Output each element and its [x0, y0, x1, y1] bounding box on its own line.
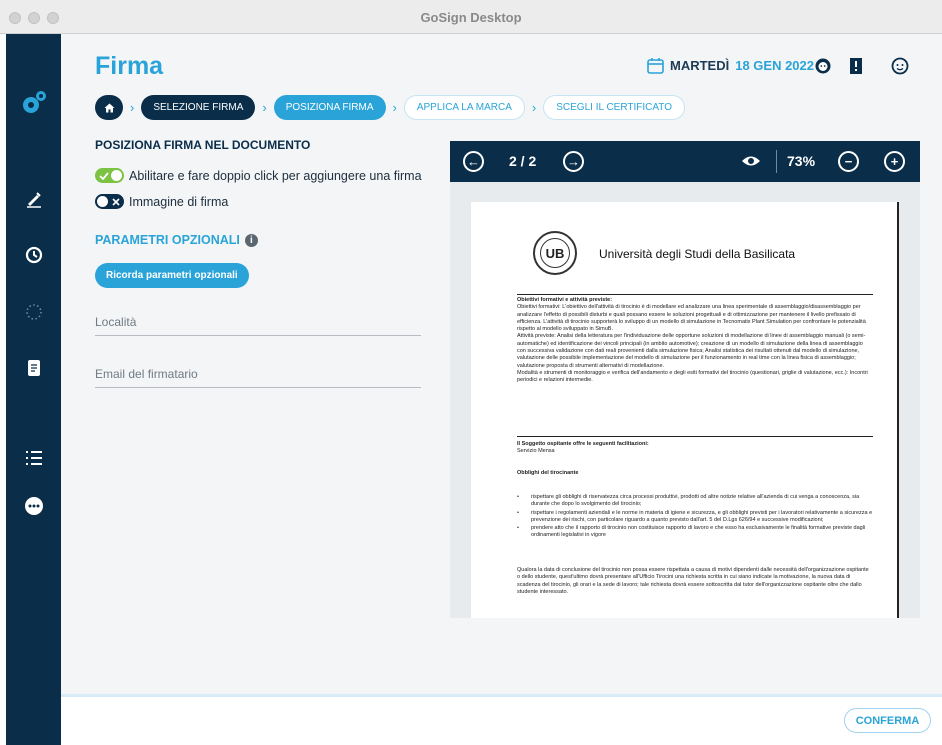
enable-signature-toggle[interactable] [95, 168, 124, 183]
loading-icon [6, 299, 61, 325]
section-title: POSIZIONA FIRMA NEL DOCUMENTO [95, 138, 311, 152]
objectives-heading: Obiettivi formativi e attività previste: [517, 297, 613, 303]
next-page-button[interactable]: → [563, 151, 584, 172]
window-title: GoSign Desktop [420, 10, 522, 25]
breadcrumb-selezione-firma[interactable]: SELEZIONE FIRMA [141, 95, 256, 120]
activities-body: Attività previste: Analisi della lettera… [517, 333, 866, 369]
list-icon[interactable] [6, 445, 61, 471]
remember-optional-params-button[interactable]: Ricorda parametri opzionali [95, 263, 249, 288]
date-day: MARTEDÌ [670, 58, 730, 73]
document-page[interactable]: UB Università degli Studi della Basilica… [471, 202, 899, 618]
title-bar: GoSign Desktop [0, 0, 942, 34]
app-window: GoSign Desktop Firma MARTEDÌ 18 GEN 2022… [0, 0, 942, 745]
zoom-out-button[interactable]: − [838, 151, 859, 172]
more-icon[interactable] [6, 493, 61, 519]
signature-image-toggle[interactable] [95, 194, 124, 209]
list-item: • rispettare gli obblighi di riservatezza… [517, 494, 860, 508]
sidebar [6, 34, 61, 745]
breadcrumb-posiziona-firma[interactable]: POSIZIONA FIRMA [273, 95, 386, 120]
facilities-heading: Il Soggetto ospitante offre le seguenti … [517, 441, 649, 447]
optional-params-label: PARAMETRI OPZIONALI [95, 233, 240, 247]
document-viewer[interactable]: UB Università degli Studi della Basilica… [450, 182, 920, 618]
close-icon [112, 197, 120, 206]
divider [517, 294, 873, 295]
footer-bar: CONFERMA [61, 694, 942, 745]
location-field[interactable] [95, 310, 421, 336]
info-icon[interactable]: i [244, 233, 258, 247]
breadcrumb-scegli-il-certificato[interactable]: SCEGLI IL CERTIFICATO [543, 95, 686, 120]
page-title: Firma [95, 52, 164, 80]
calendar-icon [647, 58, 664, 74]
toggle-image-row: Immagine di firma [95, 194, 228, 209]
signature-image-label: Immagine di firma [129, 194, 229, 209]
list-item: • prendere atto che il rapporto di tiroci… [517, 525, 866, 539]
page-indicator: 2 / 2 [509, 153, 537, 169]
university-logo: UB [540, 238, 570, 268]
chevron-right-icon: › [262, 100, 267, 115]
user-support-icon[interactable] [813, 55, 833, 77]
list-item: • rispettare i regolamenti aziendali e le… [517, 509, 873, 523]
obligations-list: • rispettare gli obblighi di riservatezza… [517, 494, 873, 541]
history-clock-icon[interactable] [6, 242, 61, 268]
objectives-block: Obiettivi formativi e attività previste:… [517, 297, 873, 385]
home-icon [104, 103, 114, 112]
signer-email-input[interactable] [95, 362, 421, 386]
viewer-toolbar: ← 2 / 2 → 73% − + [450, 141, 920, 182]
facilities-block: Il Soggetto ospitante offre le seguenti … [517, 441, 873, 456]
breadcrumb-applica-la-marca[interactable]: APPLICA LA MARCA [403, 95, 525, 120]
eye-icon[interactable] [741, 154, 761, 173]
obligations-heading: Obblighi del tirocinante [517, 470, 579, 476]
divider [517, 436, 873, 437]
toggle-enable-row: Abilitare e fare doppio click per aggiun… [95, 168, 422, 183]
breadcrumb-home[interactable] [95, 95, 123, 120]
main-content: Firma MARTEDÌ 18 GEN 2022 › SELEZIONE FI… [61, 34, 942, 694]
chevron-right-icon: › [130, 100, 135, 115]
zoom-level: 73% [787, 153, 816, 169]
toolbar-divider [776, 150, 777, 173]
breadcrumb: › SELEZIONE FIRMA › POSIZIONA FIRMA › AP… [95, 95, 686, 120]
objectives-body: Obiettivi formativi: L'obiettivo dell'at… [517, 304, 866, 333]
check-icon [99, 171, 109, 180]
university-seal: UB [533, 231, 577, 275]
confirm-button[interactable]: CONFERMA [844, 708, 931, 733]
closing-paragraph: Qualora la data di conclusione del tiroc… [517, 567, 869, 595]
chevron-right-icon: › [392, 100, 397, 115]
date-display: MARTEDÌ 18 GEN 2022 [647, 57, 814, 74]
date-value: 18 GEN 2022 [735, 58, 814, 73]
university-name: Università degli Studi della Basilicata [599, 247, 796, 261]
signer-email-field[interactable] [95, 362, 421, 388]
manual-icon[interactable] [846, 55, 866, 77]
user-face-icon[interactable] [890, 55, 910, 77]
facilities-body: Servizio Mensa [517, 448, 555, 455]
chevron-right-icon: › [531, 100, 537, 115]
document-icon[interactable] [6, 355, 61, 381]
enable-signature-label: Abilitare e fare doppio click per aggiun… [129, 168, 422, 183]
monitoring-body: Modalità e strumenti di monitoraggio e v… [517, 369, 868, 384]
optional-params-title: PARAMETRI OPZIONALI i [95, 233, 258, 247]
zoom-in-button[interactable]: + [884, 151, 905, 172]
previous-page-button[interactable]: ← [463, 151, 484, 172]
location-input[interactable] [95, 310, 421, 334]
gosign-logo-icon[interactable] [6, 86, 61, 120]
sign-pen-icon[interactable] [6, 186, 61, 212]
